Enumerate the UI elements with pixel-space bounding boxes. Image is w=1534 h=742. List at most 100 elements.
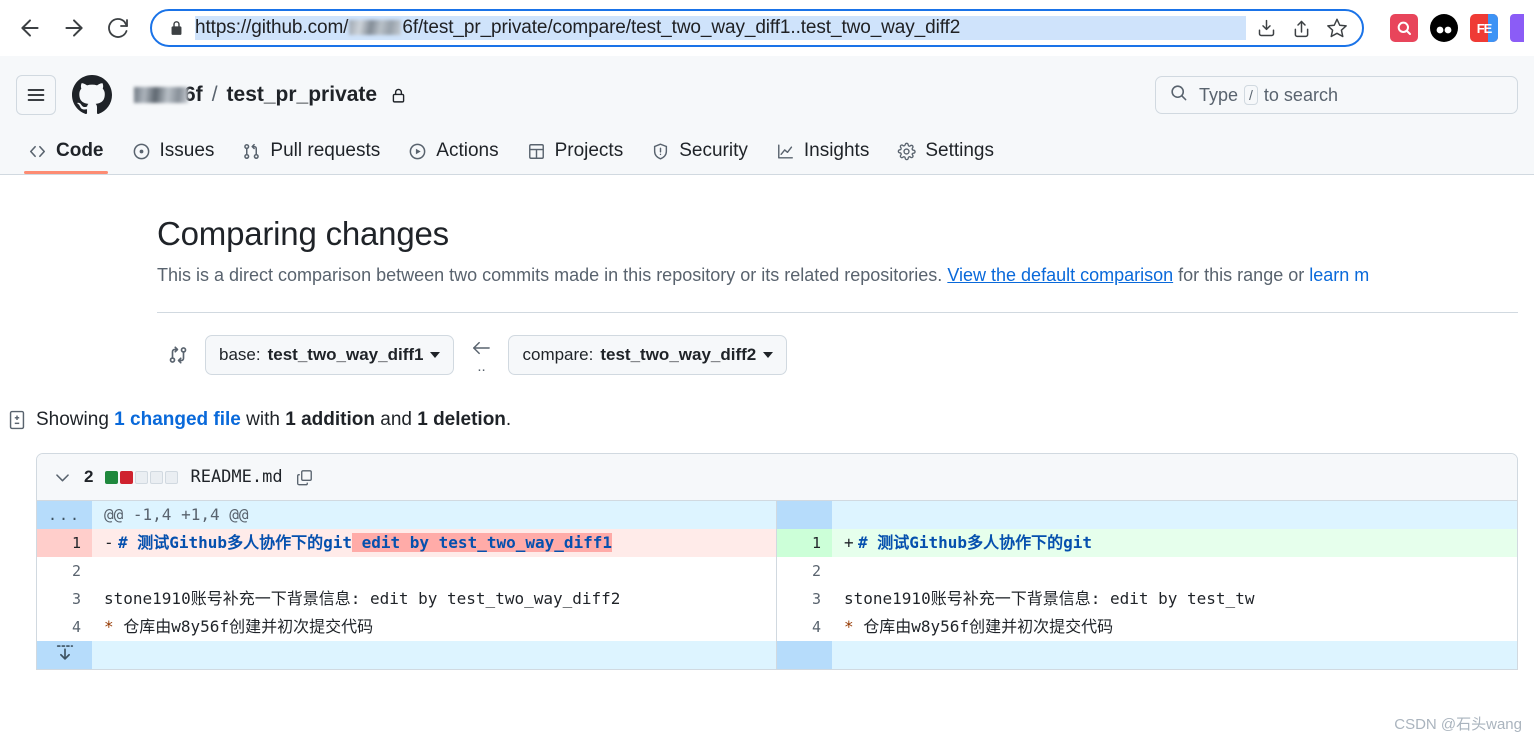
- diff-stat-block-del: [120, 470, 134, 484]
- diff-stat-blocks: [105, 470, 179, 484]
- graph-icon: [776, 142, 795, 161]
- page-root: https://github.com/6f/test_pr_private/co…: [0, 0, 1534, 742]
- diff-row-added: 1 + # 测试Github多人协作下的git: [777, 529, 1517, 557]
- md-heading-prefix: #: [118, 533, 138, 552]
- hunk-gutter[interactable]: ...: [37, 501, 92, 529]
- tab-code[interactable]: Code: [16, 140, 116, 174]
- watermark: CSDN @石头wang: [1394, 716, 1522, 733]
- range-dots: ..: [477, 358, 486, 375]
- repo-nav: Code Issues Pull requests Actions Projec…: [16, 128, 1518, 174]
- changed-files-link[interactable]: 1 changed file: [114, 409, 241, 431]
- expand-down-area[interactable]: [92, 641, 776, 669]
- address-bar[interactable]: https://github.com/6f/test_pr_private/co…: [150, 9, 1364, 47]
- split-diff: ... @@ -1,4 +1,4 @@ 1 - # 测试Github多人协作下的g…: [37, 501, 1517, 669]
- hunk-header-row: [777, 501, 1517, 529]
- diff-line-content[interactable]: stone1910账号补充一下背景信息: edit by test_tw: [832, 585, 1517, 613]
- with-label: with: [246, 409, 280, 430]
- hamburger-icon[interactable]: [16, 75, 56, 115]
- default-comparison-link[interactable]: View the default comparison: [947, 265, 1173, 285]
- diff-summary: Showing 1 changed file with 1 addition a…: [0, 409, 1534, 431]
- md-heading-text: 测试Github多人协作下的git: [137, 533, 352, 552]
- share-icon[interactable]: [1291, 18, 1312, 39]
- period: .: [505, 409, 512, 430]
- diff-stat-block-neutral: [165, 470, 179, 484]
- fe-extension-label: FE: [1476, 20, 1493, 36]
- diff-table-left: ... @@ -1,4 +1,4 @@ 1 - # 测试Github多人协作下的g…: [37, 501, 776, 669]
- copy-icon[interactable]: [295, 468, 314, 487]
- compare-branch-dropdown[interactable]: compare: test_two_way_diff2: [508, 335, 788, 375]
- diff-side-left: ... @@ -1,4 +1,4 @@ 1 - # 测试Github多人协作下的g…: [37, 501, 777, 669]
- chevron-down-icon[interactable]: [53, 468, 72, 487]
- compare-label: compare:: [522, 345, 594, 364]
- compare-branch-name: test_two_way_diff2: [600, 345, 757, 364]
- tab-settings[interactable]: Settings: [885, 140, 1006, 174]
- compare-container: Comparing changes This is a direct compa…: [0, 175, 1534, 375]
- diff-line-content[interactable]: [92, 557, 776, 585]
- download-icon[interactable]: [1256, 18, 1277, 39]
- tab-security[interactable]: Security: [639, 140, 760, 174]
- chevron-down-icon: [430, 352, 441, 358]
- tab-projects[interactable]: Projects: [515, 140, 636, 174]
- tab-issues[interactable]: Issues: [120, 140, 227, 174]
- shield-icon: [651, 142, 670, 161]
- diff-line-content[interactable]: + # 测试Github多人协作下的git: [832, 529, 1517, 557]
- fe-extension-icon[interactable]: FE: [1470, 14, 1498, 42]
- line-number: 3: [811, 590, 821, 608]
- url-text[interactable]: https://github.com/6f/test_pr_private/co…: [195, 16, 1246, 40]
- purple-extension-icon[interactable]: [1510, 14, 1524, 42]
- line-number: 1: [777, 529, 832, 557]
- eyes-extension-icon[interactable]: [1430, 14, 1458, 42]
- diff-line-content[interactable]: [832, 557, 1517, 585]
- diff-row-context: 3 stone1910账号补充一下背景信息: edit by test_tw: [777, 585, 1517, 613]
- tab-actions[interactable]: Actions: [396, 140, 510, 174]
- diff-line-content[interactable]: * 仓库由w8y56f创建并初次提交代码: [92, 613, 776, 641]
- expand-down-row: [777, 641, 1517, 669]
- tab-label: Pull requests: [270, 140, 381, 161]
- page-title: Comparing changes: [157, 215, 449, 252]
- diff-stat-block-neutral: [150, 470, 164, 484]
- search-extension-icon[interactable]: [1390, 14, 1418, 42]
- subtitle-text-2: for this range or: [1178, 265, 1305, 285]
- diff-line-text: 仓库由w8y56f创建并初次提交代码: [853, 617, 1114, 636]
- line-number: 1: [37, 529, 92, 557]
- diff-stat-block-neutral: [135, 470, 149, 484]
- forward-button[interactable]: [54, 8, 94, 48]
- line-number: 2: [71, 562, 81, 580]
- diff-row-context: 3 stone1910账号补充一下背景信息: edit by test_two_…: [37, 585, 776, 613]
- star-icon[interactable]: [1326, 17, 1348, 39]
- gear-icon: [897, 142, 916, 161]
- omnibox-actions: [1256, 17, 1348, 39]
- lock-icon: [390, 87, 407, 104]
- diff-line-content[interactable]: - # 测试Github多人协作下的git edit by test_two_wa…: [92, 529, 776, 557]
- base-branch-dropdown[interactable]: base: test_two_way_diff1: [205, 335, 455, 375]
- issue-opened-icon: [132, 142, 151, 161]
- search-icon: [1169, 83, 1188, 107]
- md-list-marker: *: [104, 617, 114, 636]
- line-number: 2: [811, 562, 821, 580]
- browser-toolbar: https://github.com/6f/test_pr_private/co…: [0, 0, 1534, 56]
- github-logo-icon[interactable]: [72, 75, 112, 115]
- reload-button[interactable]: [98, 8, 138, 48]
- git-pull-request-icon: [242, 142, 261, 161]
- expand-down-area-right[interactable]: [832, 641, 1517, 669]
- github-header: 6f / test_pr_private Type / to search Co…: [0, 56, 1534, 175]
- tab-label: Settings: [925, 140, 994, 161]
- github-header-top: 6f / test_pr_private Type / to search: [16, 70, 1518, 120]
- diff-line-content[interactable]: * 仓库由w8y56f创建并初次提交代码: [832, 613, 1517, 641]
- back-button[interactable]: [10, 8, 50, 48]
- diff-line-text: 仓库由w8y56f创建并初次提交代码: [113, 617, 374, 636]
- expand-down-button[interactable]: [37, 641, 92, 669]
- hunk-header-spacer: [832, 501, 1517, 529]
- tab-insights[interactable]: Insights: [764, 140, 881, 174]
- compare-direction: ..: [470, 339, 492, 375]
- tab-pull-requests[interactable]: Pull requests: [230, 140, 392, 174]
- breadcrumb-owner[interactable]: 6f: [134, 83, 203, 107]
- expand-down-gutter-right: [777, 641, 832, 669]
- search-input[interactable]: Type / to search: [1155, 76, 1518, 114]
- breadcrumb-repo[interactable]: test_pr_private: [227, 83, 378, 107]
- line-number: 4: [71, 618, 81, 636]
- learn-more-link[interactable]: learn m: [1309, 265, 1369, 285]
- and-label: and: [380, 409, 412, 430]
- file-name[interactable]: README.md: [190, 467, 282, 487]
- diff-line-content[interactable]: stone1910账号补充一下背景信息: edit by test_two_wa…: [92, 585, 776, 613]
